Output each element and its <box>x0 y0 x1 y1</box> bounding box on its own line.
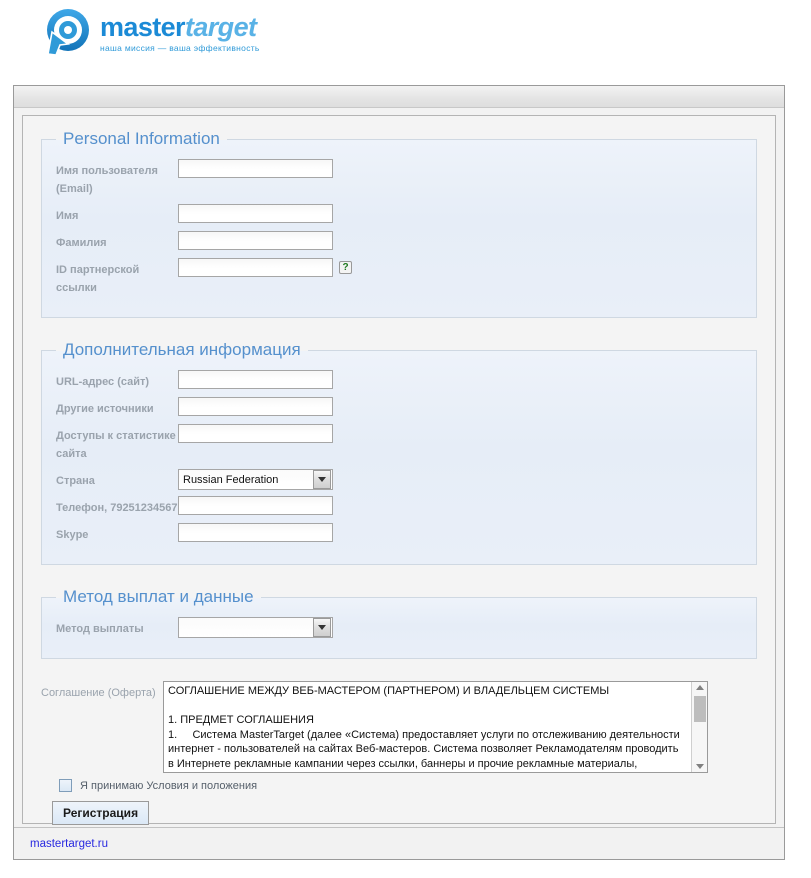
submit-row: Регистрация <box>52 801 775 825</box>
field-row-last-name: Фамилия <box>56 231 742 252</box>
payout-method-select[interactable] <box>178 617 333 638</box>
chevron-down-icon-payout[interactable] <box>313 618 331 637</box>
field-row-username-email: Имя пользователя (Email) <box>56 159 742 198</box>
legend-additional-information: Дополнительная информация <box>63 340 301 359</box>
agreement-textarea[interactable]: СОГЛАШЕНИЕ МЕЖДУ ВЕБ-МАСТЕРОМ (ПАРТНЕРОМ… <box>163 681 708 773</box>
field-row-partner-link-id: ID партнерской ссылки ? <box>56 258 742 297</box>
scroll-up-icon[interactable] <box>695 685 704 690</box>
label-username-email: Имя пользователя (Email) <box>56 165 158 195</box>
logo-slogan: наша миссия — ваша эффективность <box>100 43 260 54</box>
skype-input[interactable] <box>178 523 333 542</box>
field-row-skype: Skype <box>56 523 742 544</box>
page-header: mastertarget наша миссия — ваша эффектив… <box>0 0 811 80</box>
fieldset-additional-information: Дополнительная информация URL-адрес (сай… <box>41 340 757 565</box>
agreement-text: СОГЛАШЕНИЕ МЕЖДУ ВЕБ-МАСТЕРОМ (ПАРТНЕРОМ… <box>168 685 680 770</box>
label-partner-link-id: ID партнерской ссылки <box>56 264 140 294</box>
scrollbar-thumb[interactable] <box>694 696 706 722</box>
stats-access-input[interactable] <box>178 424 333 443</box>
legend-personal-information: Personal Information <box>63 129 220 148</box>
help-question-icon[interactable]: ? <box>339 261 352 274</box>
first-name-input[interactable] <box>178 204 333 223</box>
agreement-scrollbar[interactable] <box>691 682 707 772</box>
label-payout-method: Метод выплаты <box>56 623 144 635</box>
partner-link-id-input[interactable] <box>178 258 333 277</box>
register-button[interactable]: Регистрация <box>52 801 150 825</box>
field-row-country: Страна Russian Federation <box>56 469 742 490</box>
label-agreement: Соглашение (Оферта) <box>41 687 156 699</box>
field-row-phone: Телефон, 79251234567 <box>56 496 742 517</box>
label-country: Страна <box>56 475 95 487</box>
legend-payout-method: Метод выплат и данные <box>63 587 254 606</box>
scroll-down-icon[interactable] <box>695 764 704 769</box>
country-select[interactable]: Russian Federation <box>178 469 333 490</box>
field-row-first-name: Имя <box>56 204 742 225</box>
label-last-name: Фамилия <box>56 237 107 249</box>
target-cursor-icon <box>42 6 94 58</box>
website-url-input[interactable] <box>178 370 333 389</box>
label-website-url: URL-адрес (сайт) <box>56 376 150 388</box>
logo-word-master: master <box>100 12 186 43</box>
label-stats-access: Доступы к статистике сайта <box>56 430 176 460</box>
field-row-stats-access: Доступы к статистике сайта <box>56 424 742 463</box>
fieldset-personal-information: Personal Information Имя пользователя (E… <box>41 129 757 318</box>
logo-word-target: target <box>184 12 257 43</box>
last-name-input[interactable] <box>178 231 333 250</box>
label-first-name: Имя <box>56 210 79 222</box>
username-email-input[interactable] <box>178 159 333 178</box>
logo-title: mastertarget <box>100 14 260 41</box>
agreement-row: Соглашение (Оферта) СОГЛАШЕНИЕ МЕЖДУ ВЕБ… <box>41 681 757 773</box>
other-sources-input[interactable] <box>178 397 333 416</box>
field-row-payout-method: Метод выплаты <box>56 617 742 638</box>
field-row-website-url: URL-адрес (сайт) <box>56 370 742 391</box>
window-topbar <box>14 86 784 108</box>
registration-window: Personal Information Имя пользователя (E… <box>13 85 785 860</box>
country-selected-value: Russian Federation <box>183 473 279 486</box>
registration-form-panel: Personal Information Имя пользователя (E… <box>22 115 776 825</box>
chevron-down-icon[interactable] <box>313 470 331 489</box>
label-other-sources: Другие источники <box>56 403 154 415</box>
label-phone: Телефон, 79251234567 <box>56 502 178 514</box>
site-logo[interactable]: mastertarget наша миссия — ваша эффектив… <box>42 6 260 58</box>
fieldset-payout-method: Метод выплат и данные Метод выплаты <box>41 587 757 659</box>
page-footer: mastertarget.ru <box>14 827 784 859</box>
phone-input[interactable] <box>178 496 333 515</box>
terms-checkbox-row: Я принимаю Условия и положения <box>59 779 775 792</box>
terms-checkbox[interactable] <box>59 779 72 792</box>
footer-site-link[interactable]: mastertarget.ru <box>30 838 108 850</box>
terms-checkbox-label: Я принимаю Условия и положения <box>80 779 258 792</box>
field-row-other-sources: Другие источники <box>56 397 742 418</box>
label-skype: Skype <box>56 529 89 541</box>
